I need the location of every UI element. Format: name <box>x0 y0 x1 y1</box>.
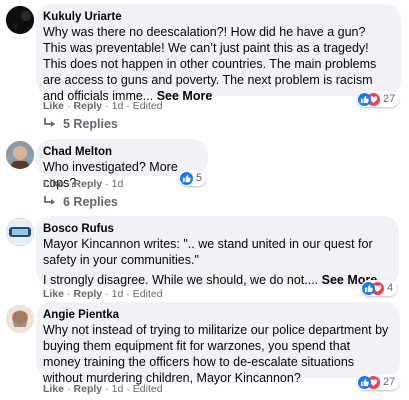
comment-bubble: Bosco Rufus Mayor Kincannon writes: ".. … <box>36 216 399 288</box>
comment-author[interactable]: Bosco Rufus <box>43 222 389 236</box>
avatar[interactable] <box>6 218 34 246</box>
avatar-image <box>6 305 34 333</box>
separator: · <box>67 178 71 190</box>
reaction-count: 4 <box>387 282 394 294</box>
avatar-image <box>6 218 34 246</box>
reply-button[interactable]: Reply <box>74 100 103 112</box>
replies-count-label: 5 Replies <box>63 117 118 131</box>
timestamp[interactable]: 1d <box>112 288 124 300</box>
reaction-summary[interactable]: 4 <box>361 280 398 296</box>
comment-author[interactable]: Chad Melton <box>43 145 198 159</box>
avatar-image <box>6 141 34 169</box>
separator: · <box>105 383 109 395</box>
see-more-link[interactable]: See More <box>157 89 213 103</box>
like-button[interactable]: Like <box>43 288 64 300</box>
timestamp[interactable]: 1d <box>112 383 124 395</box>
edited-label: Edited <box>132 288 163 300</box>
reaction-summary[interactable]: 27 <box>357 91 400 107</box>
timestamp[interactable]: 1d <box>112 178 124 190</box>
separator: · <box>126 288 130 300</box>
separator: · <box>105 100 109 112</box>
comment-body: I strongly disagree. While we should, we… <box>43 273 319 287</box>
comment-author[interactable]: Kukuly Uriarte <box>43 10 391 24</box>
avatar[interactable] <box>6 6 34 34</box>
like-reaction-icon <box>180 171 193 185</box>
separator: · <box>67 288 71 300</box>
avatar[interactable] <box>6 141 34 169</box>
like-button[interactable]: Like <box>43 383 64 395</box>
reply-button[interactable]: Reply <box>74 178 103 190</box>
separator: · <box>126 100 130 112</box>
comment-author[interactable]: Angie Pientka <box>43 308 390 322</box>
timestamp[interactable]: 1d <box>112 100 124 112</box>
edited-label: Edited <box>132 100 163 112</box>
like-reaction-icon <box>358 92 371 106</box>
like-reaction-icon <box>358 375 371 389</box>
separator: · <box>67 383 71 395</box>
view-replies-button[interactable]: 6 Replies <box>43 195 118 209</box>
reaction-count: 27 <box>383 93 396 105</box>
comment-bubble: Kukuly Uriarte Why was there no deescala… <box>36 4 401 103</box>
reaction-summary[interactable]: 27 <box>357 374 400 390</box>
comment-actions: Like · Reply · 1d <box>43 178 123 190</box>
comment-text: I strongly disagree. While we should, we… <box>43 272 389 288</box>
reply-button[interactable]: Reply <box>74 383 103 395</box>
avatar-image <box>6 6 34 34</box>
reaction-summary[interactable]: 5 <box>179 170 207 186</box>
comment-text: Why not instead of trying to militarize … <box>43 323 389 385</box>
separator: · <box>126 383 130 395</box>
reply-arrow-icon <box>44 196 55 205</box>
edited-label: Edited <box>132 383 163 395</box>
comment-bubble: Angie Pientka Why not instead of trying … <box>36 302 400 385</box>
comment-text: Why was there no deescalation?! How did … <box>43 24 391 104</box>
reaction-count: 27 <box>383 376 396 388</box>
reaction-count: 5 <box>196 172 203 184</box>
view-replies-button[interactable]: 5 Replies <box>43 117 118 131</box>
reply-arrow-icon <box>44 118 55 127</box>
comment-actions: Like · Reply · 1d · Edited <box>43 383 163 395</box>
separator: · <box>105 288 109 300</box>
comment-text: Mayor Kincannon writes: ".. we stand uni… <box>43 237 373 267</box>
like-button[interactable]: Like <box>43 178 64 190</box>
avatar[interactable] <box>6 305 34 333</box>
separator: · <box>67 100 71 112</box>
replies-count-label: 6 Replies <box>63 195 118 209</box>
like-button[interactable]: Like <box>43 100 64 112</box>
comment-actions: Like · Reply · 1d · Edited <box>43 288 163 300</box>
reply-button[interactable]: Reply <box>74 288 103 300</box>
comment-actions: Like · Reply · 1d · Edited <box>43 100 163 112</box>
separator: · <box>105 178 109 190</box>
like-reaction-icon <box>362 281 375 295</box>
